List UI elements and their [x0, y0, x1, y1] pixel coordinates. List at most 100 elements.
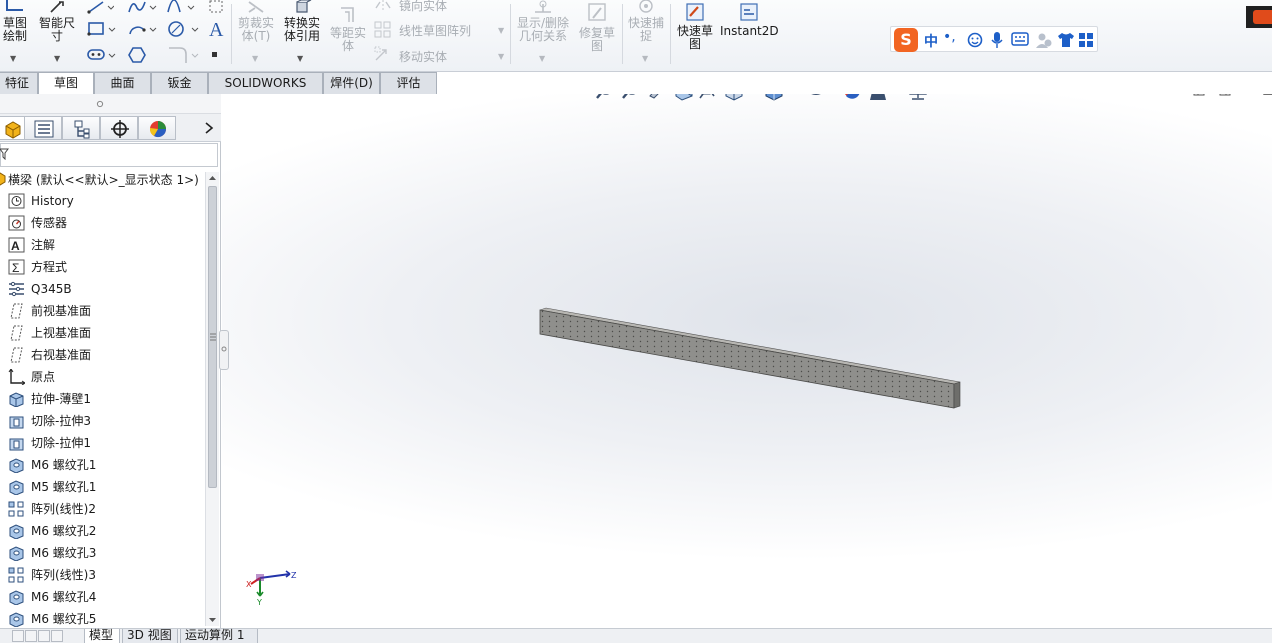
last-tab-button[interactable] [51, 630, 63, 642]
tree-item-top-plane[interactable]: 上视基准面 [0, 322, 205, 344]
slot-tool-icon[interactable] [86, 46, 116, 64]
restore-icon[interactable] [1262, 94, 1272, 98]
trim-dropdown-arrow[interactable]: ▼ [252, 54, 258, 63]
line-tool-icon[interactable] [86, 0, 114, 14]
previous-view-icon[interactable] [649, 94, 664, 99]
apply-scene-icon[interactable] [870, 94, 896, 100]
panel-grip[interactable] [0, 94, 221, 114]
dimxpert-manager-tab[interactable] [100, 116, 138, 140]
beam-3d-model[interactable] [532, 304, 962, 414]
configuration-manager-tab[interactable] [62, 116, 100, 140]
scroll-up-icon[interactable] [208, 174, 217, 182]
tree-item-hole-m6-5[interactable]: M6 螺纹孔5 [0, 608, 205, 630]
spline-tool-icon[interactable] [127, 0, 157, 14]
chevron-right-icon[interactable] [204, 122, 214, 134]
edit-appearance-icon[interactable] [844, 94, 860, 99]
tree-item-hole-m6-3[interactable]: M6 螺纹孔3 [0, 542, 205, 564]
spline-curve-icon[interactable] [166, 0, 196, 14]
trim-entities-button[interactable]: 剪裁实体(T) [235, 0, 277, 43]
tree-item-linear-pattern-3[interactable]: 阵列(线性)3 [0, 564, 205, 586]
relations-dropdown-arrow[interactable]: ▼ [539, 54, 545, 63]
point-tool-icon[interactable] [207, 0, 225, 14]
ime-language-toggle[interactable]: 中 [924, 31, 938, 51]
toolbox-grid-icon[interactable] [1078, 32, 1094, 48]
zoom-to-fit-icon[interactable] [596, 94, 612, 99]
section-view-icon[interactable] [675, 94, 693, 101]
linear-sketch-pattern-button[interactable]: 线性草图阵列 [399, 22, 471, 39]
tab-sketch[interactable]: 草图 [38, 72, 94, 94]
display-delete-relations-button[interactable]: 显示/删除几何关系 [514, 0, 572, 43]
rapid-sketch-button[interactable]: 快速草图 [674, 2, 716, 51]
tree-item-front-plane[interactable]: 前视基准面 [0, 300, 205, 322]
tree-item-cut-extrude-3[interactable]: 切除-拉伸3 [0, 410, 205, 432]
tree-item-extrude-thin[interactable]: 拉伸-薄壁1 [0, 388, 205, 410]
skin-shirt-icon[interactable] [1057, 31, 1075, 49]
repair-sketch-button[interactable]: 修复草图 [576, 0, 618, 53]
tree-item-linear-pattern-2[interactable]: 阵列(线性)2 [0, 498, 205, 520]
display-style-icon[interactable] [765, 94, 794, 101]
tree-item-annotations[interactable]: A 注解 [0, 234, 205, 256]
polygon-tool-icon[interactable] [127, 46, 149, 64]
dynamic-annotation-icon[interactable] [699, 94, 715, 99]
panel-splitter[interactable] [219, 330, 229, 370]
tab-motion-study[interactable]: 运动算例 1 [180, 629, 258, 643]
tree-item-right-plane[interactable]: 右视基准面 [0, 344, 205, 366]
tree-item-equations[interactable]: Σ 方程式 [0, 256, 205, 278]
tab-surfaces[interactable]: 曲面 [94, 72, 151, 94]
tab-weldments[interactable]: 焊件(D) [323, 72, 380, 94]
keyboard-icon[interactable] [1011, 32, 1029, 46]
offset-entities-button[interactable]: 等距实体 [328, 0, 368, 53]
fillet-tool-icon[interactable] [166, 44, 202, 64]
hide-show-items-icon[interactable] [806, 94, 836, 95]
smart-dimension-dropdown-arrow[interactable]: ▼ [54, 54, 60, 63]
previous-tab-button[interactable] [25, 630, 37, 642]
tree-item-cut-extrude-1[interactable]: 切除-拉伸1 [0, 432, 205, 454]
tab-mbd[interactable]: SOLIDWORKS MBD [208, 72, 323, 111]
rectangle-tool-icon[interactable] [86, 20, 116, 38]
move-entities-button[interactable]: 移动实体 [399, 48, 447, 65]
user-account-icon[interactable] [1035, 31, 1053, 49]
sketch-button[interactable]: 草图绘制 [0, 0, 34, 43]
tree-item-hole-m6-2[interactable]: M6 螺纹孔2 [0, 520, 205, 542]
next-tab-button[interactable] [38, 630, 50, 642]
tab-features[interactable]: 特征 [0, 72, 38, 94]
feature-tree-scrollbar[interactable] [205, 172, 219, 626]
ime-logo[interactable]: S [894, 28, 918, 52]
tree-item-hole-m6-4[interactable]: M6 螺纹孔4 [0, 586, 205, 608]
tree-item-origin[interactable]: 原点 [0, 366, 205, 388]
tab-sheet-metal[interactable]: 钣金 [151, 72, 208, 94]
display-manager-tab[interactable] [138, 116, 176, 140]
arc-tool-icon[interactable] [127, 20, 157, 38]
tree-item-sensors[interactable]: 传感器 [0, 212, 205, 234]
quick-snaps-dropdown-arrow[interactable]: ▼ [642, 54, 648, 63]
tree-root-part[interactable]: 横梁 (默认<<默认>_显示状态 1>) [0, 168, 205, 190]
point-icon[interactable] [210, 50, 220, 60]
instant2d-button[interactable]: Instant2D [720, 2, 779, 38]
circle-tool-icon[interactable] [166, 20, 202, 38]
convert-entities-button[interactable]: 转换实体引用 [280, 0, 324, 43]
ime-toolbar[interactable]: S 中 •, [890, 26, 1098, 52]
graphics-area[interactable]: X Y Z [222, 94, 1272, 630]
tile-left-icon[interactable] [1193, 94, 1205, 96]
tab-3d-view[interactable]: 3D 视图 [122, 629, 178, 643]
tile-right-icon[interactable] [1219, 94, 1231, 96]
view-orientation-icon[interactable] [725, 94, 752, 101]
linear-pattern-dropdown-arrow[interactable]: ▼ [498, 26, 504, 35]
tab-evaluate[interactable]: 评估 [380, 72, 437, 94]
zoom-to-area-icon[interactable] [622, 94, 638, 99]
scroll-down-icon[interactable] [208, 616, 217, 624]
scrollbar-thumb[interactable] [208, 186, 217, 488]
emoji-icon[interactable] [967, 32, 983, 48]
ime-punctuation-toggle[interactable]: •, [943, 29, 956, 45]
convert-dropdown-arrow[interactable]: ▼ [297, 54, 303, 63]
sketch-dropdown-arrow[interactable]: ▼ [10, 54, 16, 63]
first-tab-button[interactable] [12, 630, 24, 642]
mirror-entities-button[interactable]: 镜向实体 [399, 0, 447, 14]
move-dropdown-arrow[interactable]: ▼ [498, 52, 504, 61]
text-tool-icon[interactable]: A [207, 19, 229, 39]
view-settings-icon[interactable] [909, 94, 936, 100]
property-manager-tab[interactable] [24, 116, 62, 140]
quick-snaps-button[interactable]: 快速捕捉 [625, 0, 667, 43]
tree-item-material[interactable]: Q345B [0, 278, 205, 300]
smart-dimension-button[interactable]: 智能尺寸 [38, 0, 78, 43]
